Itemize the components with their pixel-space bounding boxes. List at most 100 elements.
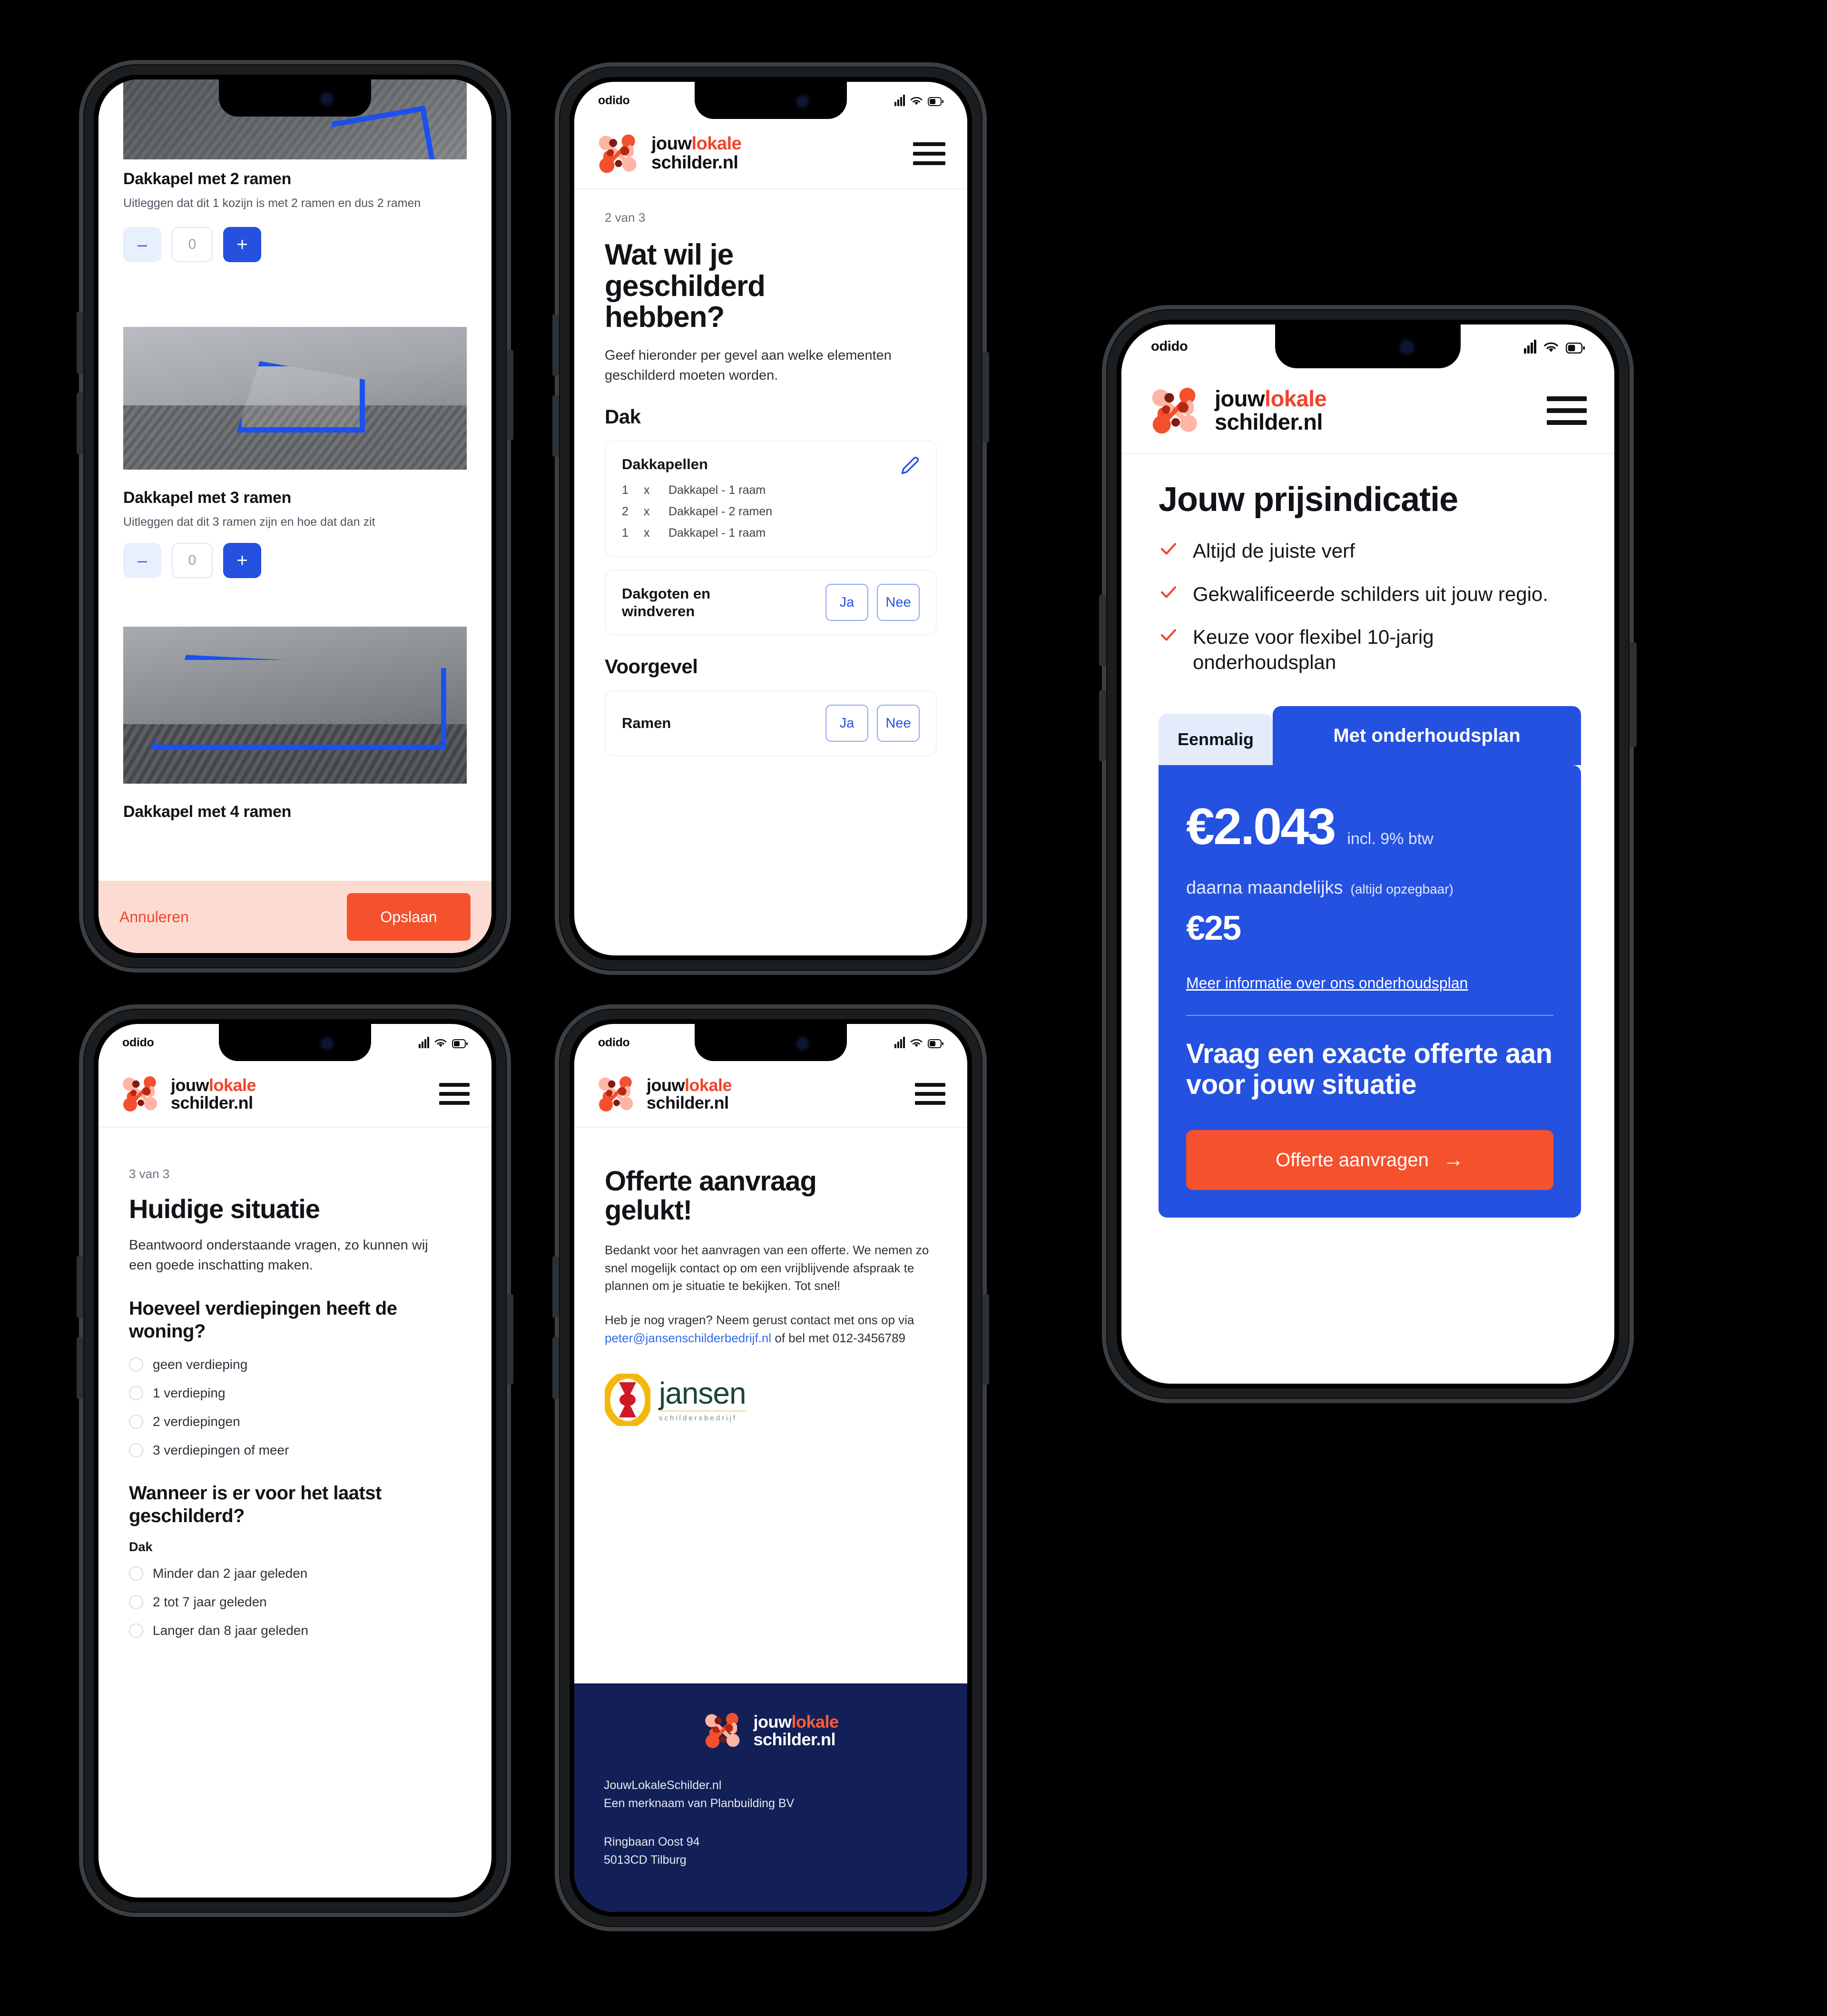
footer-brand-logo[interactable]: jouwlokale schilder.nl [604,1710,938,1751]
radio-circle-icon[interactable] [129,1386,143,1401]
phone1-action-bar: Annuleren Opslaan [98,881,491,953]
decrement-button[interactable]: – [123,227,161,262]
signal-strength-icon [894,95,905,106]
yes-no-toggle[interactable]: Ja Nee [825,705,920,742]
usp-list: Altijd de juiste verf Gekwalificeerde sc… [1159,539,1581,675]
brand-logo[interactable]: jouwlokale schilder.nl [596,1073,732,1114]
increment-button[interactable]: + [223,227,261,262]
brand-logo[interactable]: jouwlokale schilder.nl [120,1073,256,1114]
phone5-site-header: jouwlokale schilder.nl [1121,368,1614,454]
screenshot-canvas: Dakkapel met 2 ramen Uitleggen dat dit 1… [0,0,1827,2016]
table-row: 1 x Dakkapel - 1 raam [622,526,920,540]
yes-button[interactable]: Ja [825,584,868,621]
decrement-button[interactable]: – [123,543,161,578]
phone1-side-button-left1 [77,312,83,374]
edit-pencil-icon[interactable] [901,456,920,475]
menu-hamburger-icon[interactable] [1547,396,1587,425]
arrow-right-icon: → [1443,1148,1464,1172]
carrier-label: odido [598,1035,630,1049]
usp-item: Gekwalificeerde schilders uit jouw regio… [1159,582,1581,607]
footer-company-sub: Een merknaam van Planbuilding BV [604,1796,795,1810]
card-ramen[interactable]: Ramen Ja Nee [605,690,937,757]
brand-logo[interactable]: jouwlokale schilder.nl [1149,384,1327,437]
menu-hamburger-icon[interactable] [915,1083,945,1105]
phone3-side-button-left2 [77,1337,83,1399]
phone4-notch [695,1024,847,1061]
check-icon [1159,625,1179,647]
radio-circle-icon[interactable] [129,1415,143,1429]
brand-word-2: lokale [1265,386,1327,412]
menu-hamburger-icon[interactable] [913,142,945,165]
radio-option[interactable]: Langer dan 8 jaar geleden [129,1623,465,1638]
question-2-options[interactable]: Minder dan 2 jaar geleden 2 tot 7 jaar g… [129,1566,465,1638]
contact-text-before: Heb je nog vragen? Neem gerust contact m… [605,1313,914,1327]
more-info-link[interactable]: Meer informatie over ons onderhoudsplan [1186,974,1468,992]
question-1-options[interactable]: geen verdieping 1 verdieping 2 verdiepin… [129,1357,465,1458]
tab-met-onderhoudsplan[interactable]: Met onderhoudsplan [1273,706,1581,766]
phone5-side-button-right [1630,642,1637,747]
footer-company-name: JouwLokaleSchilder.nl [604,1779,722,1792]
brand-word-2: lokale [684,1075,732,1095]
table-row: 1 x Dakkapel - 1 raam [622,483,920,497]
battery-icon [928,1039,943,1048]
front-camera-icon [322,1038,332,1048]
section-heading-dak: Dak [605,405,641,428]
radio-circle-icon[interactable] [129,1623,143,1638]
brand-word-2: lokale [691,134,742,154]
usp-label: Altijd de juiste verf [1193,540,1355,562]
radio-option[interactable]: 3 verdiepingen of meer [129,1443,465,1458]
item-title: Dakkapel met 2 ramen [123,170,292,188]
radio-circle-icon[interactable] [129,1357,143,1372]
phone2-notch [695,82,847,119]
tab-eenmalig[interactable]: Eenmalig [1159,714,1273,766]
phone4-side-button-right [982,1294,989,1385]
quantity-stepper-2[interactable]: – 0 + [123,543,467,578]
table-row: 2 x Dakkapel - 2 ramen [622,505,920,519]
radio-option[interactable]: 2 verdiepingen [129,1414,465,1429]
card-dakgoten[interactable]: Dakgoten en windveren Ja Nee [605,570,937,636]
request-quote-button[interactable]: Offerte aanvragen → [1186,1130,1553,1190]
card-title: Ramen [622,715,671,732]
cancel-button[interactable]: Annuleren [119,908,189,926]
email-link[interactable]: peter@jansenschilderbedrijf.nl [605,1331,771,1345]
brand-word-2: lokale [208,1075,256,1095]
question-2-heading: Wanneer is er voor het laatst geschilder… [129,1483,382,1527]
radio-option[interactable]: 1 verdieping [129,1386,465,1401]
quantity-value[interactable]: 0 [172,543,213,578]
radio-circle-icon[interactable] [129,1566,143,1581]
usp-item: Keuze voor flexibel 10-jarig onderhoudsp… [1159,625,1581,675]
menu-hamburger-icon[interactable] [439,1083,470,1105]
confirmation-paragraph: Bedankt voor het aanvragen van een offer… [605,1242,929,1293]
radio-circle-icon[interactable] [129,1595,143,1610]
qty-count: 1 [622,483,629,497]
logo-mark-icon [596,131,641,176]
radio-option[interactable]: geen verdieping [129,1357,465,1372]
radio-circle-icon[interactable] [129,1443,143,1458]
logo-mark-icon [120,1073,161,1114]
phone1-notch [219,79,371,117]
yes-no-toggle[interactable]: Ja Nee [825,584,920,621]
quantity-value[interactable]: 0 [172,227,213,262]
brand-word-1: jouw [1215,386,1265,412]
phone4-content: Offerte aanvraag gelukt! Bedankt voor he… [605,1167,939,1426]
save-button[interactable]: Opslaan [347,893,471,941]
increment-button[interactable]: + [223,543,261,578]
radio-option[interactable]: 2 tot 7 jaar geleden [129,1594,465,1610]
no-button[interactable]: Nee [877,705,920,742]
brand-logo[interactable]: jouwlokale schilder.nl [596,131,742,176]
card-dakkapellen[interactable]: Dakkapellen 1 x Dakkapel - 1 raam 2 x Da… [605,441,937,558]
jansen-emblem-icon [605,1374,650,1426]
qty-label: Dakkapel - 2 ramen [668,505,773,519]
pricing-tabs[interactable]: Eenmalig Met onderhoudsplan [1159,706,1581,766]
yes-button[interactable]: Ja [825,705,868,742]
phone5-content: Jouw prijsindicatie Altijd de juiste ver… [1159,482,1581,1218]
phone-frame-2: odido jouwlokale schilder.nl 2 van 3 Wat… [552,67,989,971]
quantity-stepper-1[interactable]: – 0 + [123,227,467,262]
battery-icon [1566,342,1585,354]
no-button[interactable]: Nee [877,584,920,621]
phone3-side-button-right [507,1294,513,1385]
partner-logo-jansen: jansen schildersbedrijf [605,1374,939,1426]
question-1-heading: Hoeveel verdiepingen heeft de woning? [129,1298,397,1342]
radio-option[interactable]: Minder dan 2 jaar geleden [129,1566,465,1581]
front-camera-icon [797,96,807,106]
